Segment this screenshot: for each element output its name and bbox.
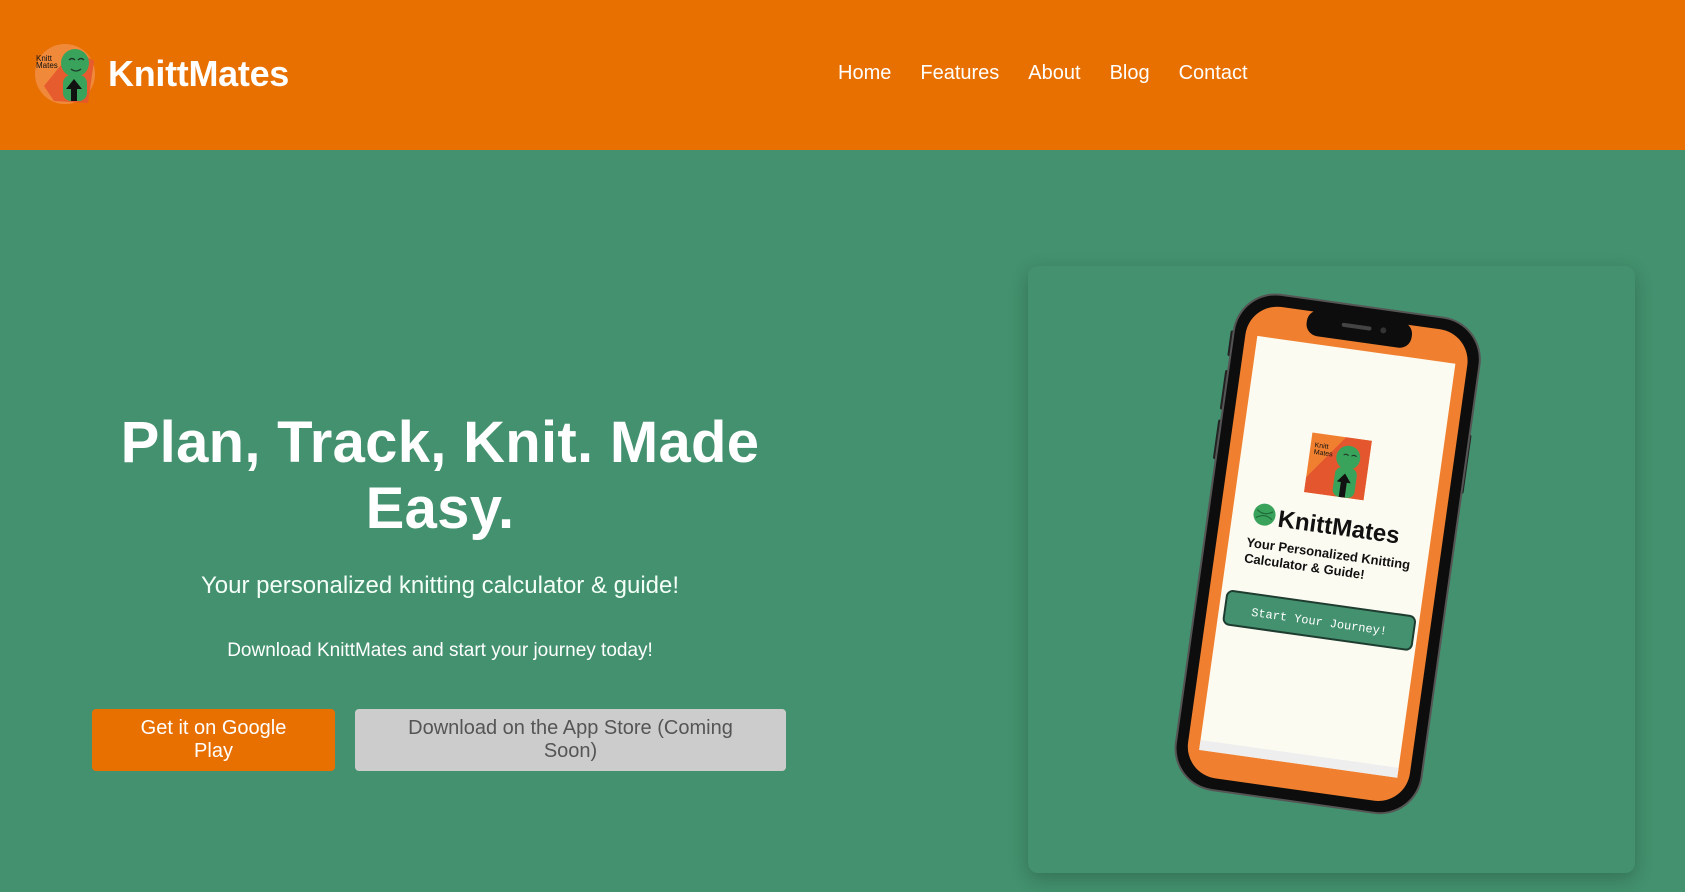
phone-mockup: Knitt Mates KnittMates Your Personalized…	[1174, 293, 1481, 815]
hero-section: Plan, Track, Knit. Made Easy. Your perso…	[90, 410, 790, 662]
hero-title: Plan, Track, Knit. Made Easy.	[120, 410, 760, 541]
hero-cta-text: Download KnittMates and start your journ…	[227, 640, 653, 661]
knittmates-logo-icon: Knitt Mates	[35, 44, 95, 104]
main-nav: Home Features About Blog Contact	[838, 62, 1277, 85]
nav-blog[interactable]: Blog	[1110, 62, 1150, 85]
brand-name: KnittMates	[108, 53, 290, 94]
nav-about[interactable]: About	[1028, 62, 1080, 85]
logo-text: Mates	[36, 61, 58, 70]
phone-preview-card: Knitt Mates KnittMates Your Personalized…	[1028, 266, 1635, 873]
nav-features[interactable]: Features	[920, 62, 999, 85]
download-buttons: Get it on Google Play Download on the Ap…	[92, 709, 786, 771]
nav-contact[interactable]: Contact	[1179, 62, 1248, 85]
brand-logo-link[interactable]: Knitt Mates KnittMates	[34, 41, 289, 107]
hero-subtitle: Your personalized knitting calculator & …	[200, 572, 680, 599]
app-logo-icon: Knitt Mates	[1304, 432, 1372, 501]
nav-home[interactable]: Home	[838, 62, 891, 85]
google-play-button[interactable]: Get it on Google Play	[92, 709, 335, 771]
site-header: Knitt Mates KnittMates Home Features Abo…	[0, 0, 1685, 150]
app-store-button[interactable]: Download on the App Store (Coming Soon)	[355, 709, 786, 771]
